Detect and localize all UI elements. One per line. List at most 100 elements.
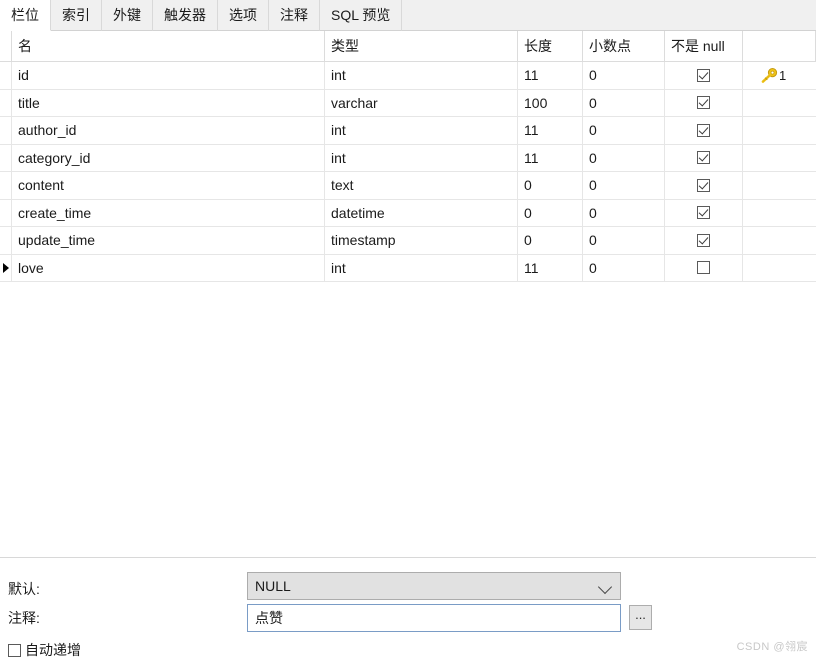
cell-primary-key[interactable]: [743, 200, 816, 227]
cell-name[interactable]: update_time: [12, 227, 325, 254]
cell-type[interactable]: varchar: [325, 89, 518, 116]
cell-type[interactable]: datetime: [325, 199, 518, 226]
tab-3[interactable]: 触发器: [153, 0, 218, 31]
cell-primary-key[interactable]: [743, 90, 816, 117]
cell-decimals[interactable]: 0: [583, 254, 665, 281]
cell-length[interactable]: 0: [518, 227, 583, 254]
not-null-checkbox[interactable]: [697, 261, 710, 275]
tab-1[interactable]: 索引: [51, 0, 102, 31]
not-null-checkbox[interactable]: [697, 178, 710, 192]
field-properties-panel: 默认: NULL 注释: 点赞 ... 自动递增: [0, 558, 816, 660]
cell-decimals[interactable]: 0: [583, 227, 665, 254]
cell-decimals[interactable]: 0: [583, 89, 665, 116]
comment-input[interactable]: 点赞: [247, 604, 621, 632]
row-marker-cell: [0, 227, 12, 254]
table-row[interactable]: update_time timestamp 0 0: [0, 227, 816, 255]
comment-label: 注释:: [8, 610, 40, 626]
table-row[interactable]: content text 0 0: [0, 172, 816, 200]
default-label: 默认:: [8, 581, 40, 597]
cell-decimals[interactable]: 0: [583, 62, 665, 89]
cell-decimals[interactable]: 0: [583, 144, 665, 171]
cell-length[interactable]: 100: [518, 89, 583, 116]
cell-type[interactable]: int: [325, 62, 518, 89]
table-row[interactable]: love int 11 0: [0, 254, 816, 282]
cell-primary-key[interactable]: [743, 145, 816, 172]
cell-decimals[interactable]: 0: [583, 172, 665, 199]
chevron-down-icon: [597, 579, 613, 595]
column-header-length[interactable]: 长度: [518, 31, 583, 61]
table-row[interactable]: id int 11 0 1: [0, 62, 816, 90]
not-null-checkbox[interactable]: [697, 151, 710, 165]
cell-primary-key[interactable]: [743, 227, 816, 254]
tab-2[interactable]: 外键: [102, 0, 153, 31]
cell-not-null[interactable]: [665, 144, 743, 171]
column-header-key[interactable]: [743, 31, 816, 61]
cell-not-null[interactable]: [665, 89, 743, 116]
cell-length[interactable]: 11: [518, 62, 583, 89]
not-null-checkbox[interactable]: [697, 206, 710, 220]
cell-length[interactable]: 0: [518, 199, 583, 226]
cell-name[interactable]: title: [12, 89, 325, 116]
cell-not-null[interactable]: [665, 227, 743, 254]
cell-not-null[interactable]: [665, 62, 743, 89]
auto-increment-label: 自动递增: [25, 642, 81, 658]
cell-name[interactable]: create_time: [12, 199, 325, 226]
cell-type[interactable]: int: [325, 117, 518, 144]
cell-length[interactable]: 11: [518, 117, 583, 144]
cell-primary-key[interactable]: [743, 117, 816, 144]
cell-primary-key[interactable]: 1: [743, 62, 816, 89]
cell-primary-key[interactable]: [743, 255, 816, 282]
cell-not-null[interactable]: [665, 117, 743, 144]
auto-increment-row[interactable]: 自动递增: [8, 640, 81, 660]
column-header-not-null[interactable]: 不是 null: [665, 31, 743, 61]
cell-type[interactable]: int: [325, 254, 518, 281]
default-value-dropdown[interactable]: NULL: [247, 572, 621, 600]
cell-length[interactable]: 11: [518, 144, 583, 171]
cell-primary-key[interactable]: [743, 172, 816, 199]
cell-name[interactable]: content: [12, 172, 325, 199]
row-marker-cell: [0, 117, 12, 144]
tab-6[interactable]: SQL 预览: [320, 0, 403, 31]
table-row[interactable]: category_id int 11 0: [0, 144, 816, 172]
column-header-type[interactable]: 类型: [325, 31, 518, 61]
cell-not-null[interactable]: [665, 254, 743, 281]
cell-length[interactable]: 0: [518, 172, 583, 199]
cell-decimals[interactable]: 0: [583, 199, 665, 226]
cell-type[interactable]: timestamp: [325, 227, 518, 254]
comment-value-text: 点赞: [255, 610, 283, 626]
not-null-checkbox[interactable]: [697, 233, 710, 247]
tab-4[interactable]: 选项: [218, 0, 269, 31]
column-header-decimals[interactable]: 小数点: [583, 31, 665, 61]
cell-name[interactable]: author_id: [12, 117, 325, 144]
cell-name[interactable]: love: [12, 254, 325, 281]
cell-name[interactable]: category_id: [12, 144, 325, 171]
key-icon: [761, 67, 778, 83]
cell-type[interactable]: int: [325, 144, 518, 171]
not-null-checkbox[interactable]: [697, 123, 710, 137]
tab-0[interactable]: 栏位: [0, 0, 51, 31]
comment-browse-button[interactable]: ...: [629, 605, 652, 630]
row-marker-cell: [0, 144, 12, 171]
cell-length[interactable]: 11: [518, 254, 583, 281]
columns-grid[interactable]: 名 类型 长度 小数点 不是 null id int 11 0 1 title varcha…: [0, 31, 816, 282]
cell-decimals[interactable]: 0: [583, 117, 665, 144]
cell-name[interactable]: id: [12, 62, 325, 89]
table-row[interactable]: title varchar 100 0: [0, 89, 816, 117]
auto-increment-checkbox[interactable]: [8, 643, 21, 657]
cell-not-null[interactable]: [665, 199, 743, 226]
column-header-name[interactable]: 名: [12, 31, 325, 61]
triangle-right-icon: [2, 262, 9, 273]
default-value-text: NULL: [255, 578, 291, 594]
tab-list: 栏位 索引 外键 触发器 选项 注释 SQL 预览: [0, 0, 403, 31]
row-marker-cell: [0, 199, 12, 226]
cell-not-null[interactable]: [665, 172, 743, 199]
row-marker-cell: [0, 62, 12, 89]
not-null-checkbox[interactable]: [697, 68, 710, 82]
table-row[interactable]: create_time datetime 0 0: [0, 199, 816, 227]
grid-header-row: 名 类型 长度 小数点 不是 null: [0, 31, 816, 62]
not-null-checkbox[interactable]: [697, 96, 710, 110]
row-marker-cell: [0, 172, 12, 199]
cell-type[interactable]: text: [325, 172, 518, 199]
tab-5[interactable]: 注释: [269, 0, 320, 31]
table-row[interactable]: author_id int 11 0: [0, 117, 816, 145]
